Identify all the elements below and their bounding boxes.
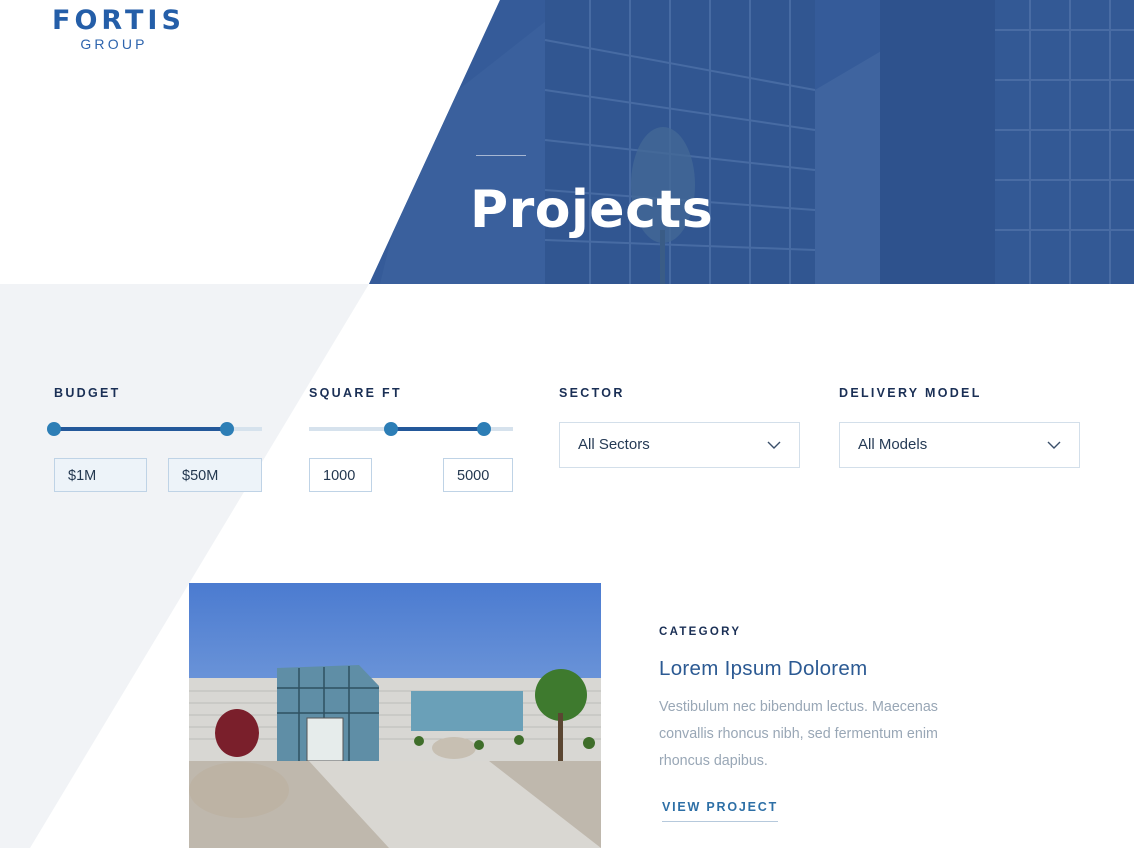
budget-label: BUDGET	[54, 386, 121, 400]
budget-slider[interactable]	[47, 422, 262, 436]
budget-slider-fill	[54, 427, 227, 431]
budget-max-field[interactable]: $50M	[168, 458, 262, 492]
square-ft-min-handle[interactable]	[383, 422, 398, 436]
sector-label: SECTOR	[559, 386, 625, 400]
budget-max-handle[interactable]	[219, 422, 234, 436]
square-ft-label: SQUARE FT	[309, 386, 402, 400]
square-ft-min-field[interactable]: 1000	[309, 458, 372, 492]
delivery-model-select[interactable]: All Models	[839, 422, 1080, 468]
square-ft-max-handle[interactable]	[477, 422, 492, 436]
project-description: Vestibulum nec bibendum lectus. Maecenas…	[659, 699, 938, 769]
budget-min-handle[interactable]	[47, 422, 61, 436]
budget-min-field[interactable]: $1M	[54, 458, 147, 492]
square-ft-max-field[interactable]: 5000	[443, 458, 513, 492]
hero-divider	[476, 155, 526, 156]
delivery-model-label: DELIVERY MODEL	[839, 386, 982, 400]
square-ft-slider-fill	[390, 427, 485, 431]
brand-logo[interactable]: FORTIS GROUP	[52, 5, 185, 53]
chevron-down-icon	[1047, 441, 1061, 449]
brand-name: FORTIS	[52, 5, 185, 36]
sector-select[interactable]: All Sectors	[559, 422, 800, 468]
project-image[interactable]	[189, 583, 601, 848]
chevron-down-icon	[767, 441, 781, 449]
sector-selected-value: All Sectors	[578, 436, 650, 453]
brand-subtitle: GROUP	[80, 36, 148, 52]
delivery-model-selected-value: All Models	[858, 436, 928, 453]
view-project-link[interactable]: VIEW PROJECT	[662, 800, 779, 822]
square-ft-slider[interactable]	[309, 422, 513, 436]
page-title: Projects	[470, 180, 714, 240]
project-title[interactable]: Lorem Ipsum Dolorem	[659, 657, 868, 681]
project-category: CATEGORY	[659, 626, 742, 638]
